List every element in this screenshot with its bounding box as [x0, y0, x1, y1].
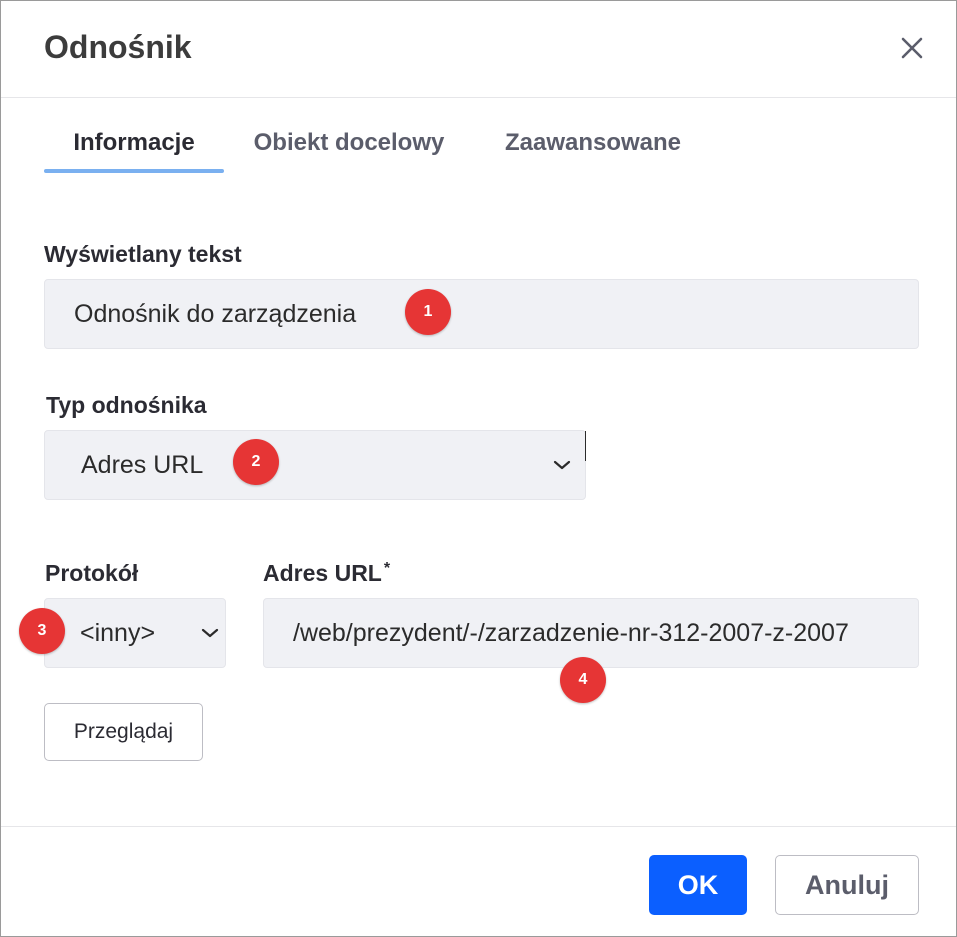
display-text-label: Wyświetlany tekst [44, 241, 242, 267]
annotation-badge-3: 3 [19, 608, 65, 654]
tab-zaawansowane[interactable]: Zaawansowane [493, 113, 693, 173]
dialog-header: Odnośnik [1, 1, 956, 98]
close-button[interactable] [894, 30, 930, 66]
display-text-input[interactable]: Odnośnik do zarządzenia [44, 279, 919, 349]
annotation-badge-2: 2 [233, 439, 279, 485]
close-icon [901, 37, 923, 59]
display-text-value: Odnośnik do zarządzenia [74, 299, 357, 328]
chevron-down-icon [553, 460, 571, 470]
link-type-value: Adres URL [81, 450, 204, 479]
text-cursor [585, 431, 586, 461]
protocol-label: Protokół [45, 560, 139, 586]
protocol-select[interactable]: <inny> [44, 598, 226, 668]
protocol-value: <inny> [80, 618, 156, 647]
required-marker: * [383, 560, 391, 577]
url-value: /web/prezydent/-/zarzadzenie-nr-312-2007… [293, 618, 849, 647]
tab-obiekt-docelowy[interactable]: Obiekt docelowy [244, 113, 454, 173]
link-dialog: Odnośnik Informacje Obiekt docelowy Zaaw… [0, 0, 957, 937]
browse-button[interactable]: Przeglądaj [44, 703, 203, 761]
chevron-down-icon [201, 628, 219, 638]
link-type-select[interactable]: Adres URL [44, 430, 586, 500]
link-type-label: Typ odnośnika [46, 392, 207, 418]
annotation-badge-4: 4 [560, 657, 606, 703]
url-label-text: Adres URL [263, 560, 382, 586]
annotation-badge-1: 1 [405, 289, 451, 335]
url-label: Adres URL * [263, 560, 390, 587]
cancel-button[interactable]: Anuluj [775, 855, 919, 915]
ok-button[interactable]: OK [649, 855, 747, 915]
tab-informacje[interactable]: Informacje [44, 113, 224, 173]
dialog-title: Odnośnik [44, 29, 192, 65]
